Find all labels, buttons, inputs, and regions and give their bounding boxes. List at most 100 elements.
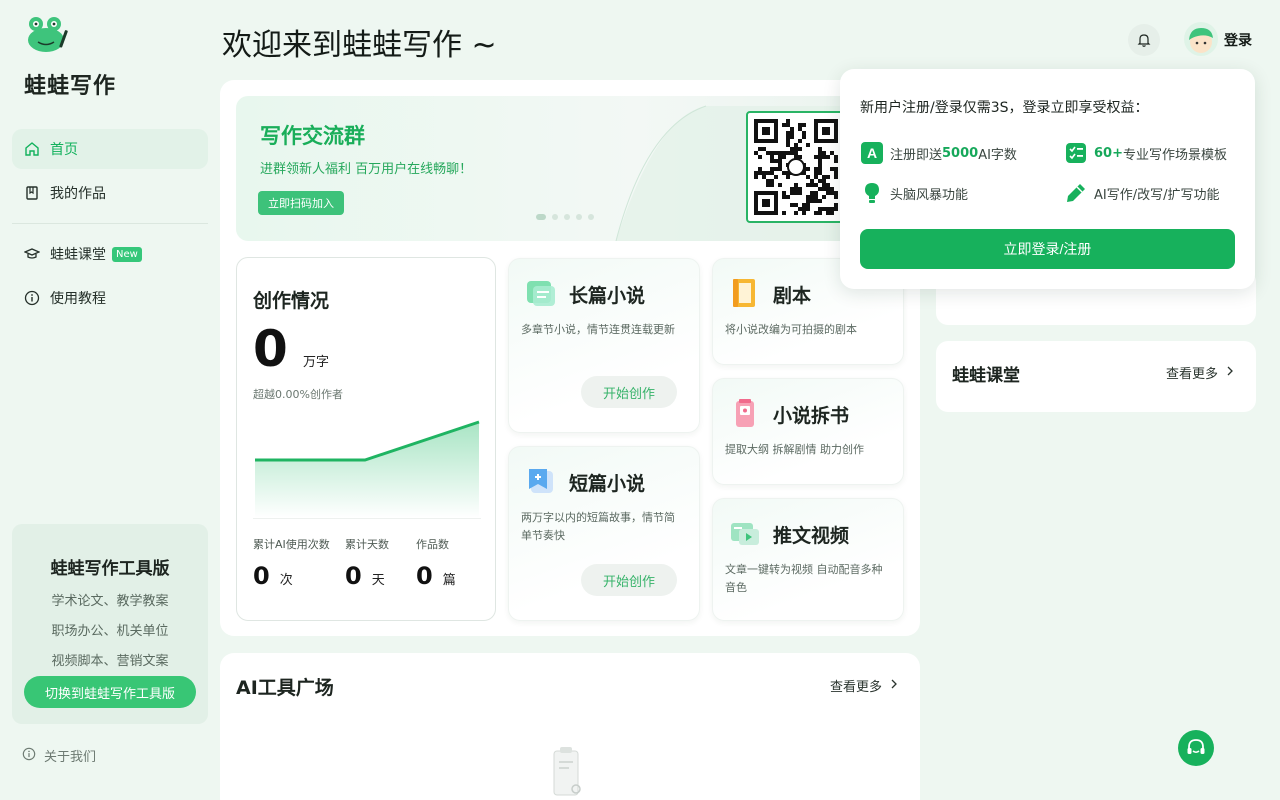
banner-subtitle: 进群领新人福利 百万用户在线畅聊！	[260, 162, 473, 177]
tool-card-line: 视频脚本、营销文案	[51, 654, 169, 669]
perk-text: 专业写作场景模板	[1122, 147, 1227, 163]
popup-headline: 新用户注册/登录仅需3S，登录立即享受权益：	[860, 100, 1149, 116]
main-panel: 写作交流群 进群领新人福利 百万用户在线畅聊！ 立即扫码加入 创作情况 0 万字…	[220, 80, 920, 636]
feature-long-novel[interactable]: 长篇小说 多章节小说，情节连贯连载更新 开始创作	[508, 258, 700, 433]
checklist-icon	[1064, 141, 1088, 165]
more-label: 查看更多	[1166, 367, 1219, 382]
notification-bell-icon[interactable]	[1128, 24, 1160, 56]
tool-version-card: 蛙蛙写作工具版 学术论文、教学教案 职场办公、机关单位 视频脚本、营销文案 切换…	[12, 524, 208, 724]
more-label: 查看更多	[830, 680, 883, 695]
scan-join-button[interactable]: 立即扫码加入	[258, 191, 344, 215]
metric-value: 0	[416, 562, 433, 590]
letter-a-icon: A	[860, 141, 884, 165]
banner-title: 写作交流群	[260, 124, 365, 148]
metric-days: 累计天数 0天	[345, 536, 389, 590]
frog-logo-icon[interactable]	[24, 14, 72, 54]
home-icon	[24, 141, 40, 157]
about-us-label: 关于我们	[44, 750, 97, 765]
perk-ai-words: A 注册即送 5000 AI字数	[860, 141, 1017, 165]
tool-card-title: 蛙蛙写作工具版	[50, 559, 170, 579]
perk-text: AI写作/改写/扩写功能	[1094, 187, 1220, 203]
qr-code-icon	[746, 111, 846, 223]
perk-highlight: 5000	[942, 145, 979, 161]
tool-card-line: 职场办公、机关单位	[51, 624, 169, 639]
sidebar: 蛙蛙写作 首页 我的作品 蛙蛙课堂 New 使用教程 蛙蛙写作工具版 学术论文、…	[0, 0, 220, 800]
feature-video[interactable]: 推文视频 文章一键转为视频 自动配音多种音色	[712, 498, 904, 621]
feature-title: 推文视频	[773, 525, 850, 547]
perk-text: 头脑风暴功能	[890, 187, 969, 203]
feature-desc: 两万字以内的短篇故事，情节简单节奏快	[521, 511, 675, 542]
classroom-more-link[interactable]: 查看更多	[1166, 363, 1234, 382]
metric-value: 0	[253, 562, 270, 590]
start-short-novel-button[interactable]: 开始创作	[581, 564, 677, 596]
growth-chart	[255, 420, 480, 518]
new-badge: New	[112, 246, 142, 262]
word-count-unit: 万字	[303, 355, 330, 370]
feature-book-split[interactable]: 小说拆书 提取大纲 拆解剧情 助力创作	[712, 378, 904, 485]
feature-title: 长篇小说	[569, 285, 646, 307]
long-novel-icon	[525, 277, 557, 309]
nav-home[interactable]: 首页	[12, 129, 208, 169]
metric-label: 累计天数	[345, 538, 389, 551]
page-title: 欢迎来到蛙蛙写作 ~	[222, 28, 497, 63]
pen-icon	[1064, 181, 1088, 205]
nav-tutorial[interactable]: 使用教程	[12, 278, 208, 318]
book-split-icon	[729, 397, 761, 429]
login-register-button[interactable]: 立即登录/注册	[860, 229, 1235, 269]
chevron-right-icon	[1226, 365, 1234, 380]
stats-card: 创作情况 0 万字 超越0.00%创作者 累计AI使用次数 0次 累计天数 0天…	[236, 257, 496, 621]
info-icon	[24, 290, 40, 306]
metric-unit: 篇	[442, 573, 456, 588]
stats-title: 创作情况	[253, 290, 330, 312]
perk-text: AI字数	[978, 147, 1017, 163]
perk-text: 注册即送	[890, 147, 943, 163]
metric-works: 作品数 0篇	[416, 536, 456, 590]
perk-templates: 60+ 专业写作场景模板	[1064, 141, 1227, 165]
nav-my-works-label: 我的作品	[50, 186, 106, 202]
feature-desc: 提取大纲 拆解剧情 助力创作	[725, 443, 864, 456]
word-count-value: 0	[253, 320, 288, 378]
nav-my-works[interactable]: 我的作品	[12, 173, 208, 213]
switch-tool-version-button[interactable]: 切换到蛙蛙写作工具版	[24, 676, 196, 708]
chevron-right-icon	[890, 678, 898, 693]
lightbulb-icon	[860, 181, 884, 205]
stats-divider	[253, 518, 481, 519]
video-icon	[729, 517, 761, 549]
book-icon	[24, 185, 40, 201]
perk-brainstorm: 头脑风暴功能	[860, 181, 968, 205]
feature-title: 小说拆书	[773, 405, 850, 427]
short-novel-icon	[525, 465, 557, 497]
nav-classroom-label: 蛙蛙课堂	[50, 247, 106, 263]
perk-highlight: 60+	[1094, 145, 1123, 161]
nav-tutorial-label: 使用教程	[50, 291, 106, 307]
metric-value: 0	[345, 562, 362, 590]
sidebar-divider	[12, 223, 208, 224]
ai-tools-title: AI工具广场	[236, 677, 334, 699]
about-us-link[interactable]: 关于我们	[22, 746, 96, 765]
carousel-dots[interactable]	[536, 214, 594, 220]
start-long-novel-button[interactable]: 开始创作	[581, 376, 677, 408]
customer-support-icon[interactable]	[1178, 730, 1214, 766]
nav-classroom[interactable]: 蛙蛙课堂 New	[12, 234, 208, 274]
classroom-card: 蛙蛙课堂 查看更多	[936, 341, 1256, 412]
empty-state-icon	[540, 745, 600, 800]
graduation-cap-icon	[24, 246, 40, 262]
brand-name: 蛙蛙写作	[24, 74, 117, 99]
feature-desc: 将小说改编为可拍摄的剧本	[725, 323, 857, 336]
ai-tools-more-link[interactable]: 查看更多	[830, 676, 898, 695]
tool-card-line: 学术论文、教学教案	[51, 594, 169, 609]
login-link[interactable]: 登录	[1224, 30, 1252, 50]
metric-unit: 次	[279, 573, 293, 588]
avatar[interactable]	[1184, 22, 1218, 56]
script-icon	[729, 277, 761, 309]
feature-desc: 文章一键转为视频 自动配音多种音色	[725, 563, 883, 594]
info-icon	[22, 747, 36, 765]
feature-short-novel[interactable]: 短篇小说 两万字以内的短篇故事，情节简单节奏快 开始创作	[508, 446, 700, 621]
login-benefits-popup: 新用户注册/登录仅需3S，登录立即享受权益： A 注册即送 5000 AI字数 60…	[840, 69, 1255, 289]
community-banner[interactable]: 写作交流群 进群领新人福利 百万用户在线畅聊！ 立即扫码加入	[236, 96, 904, 241]
classroom-card-title: 蛙蛙课堂	[952, 366, 1020, 386]
svg-text:A: A	[867, 145, 877, 161]
perk-ai-writing: AI写作/改写/扩写功能	[1064, 181, 1220, 205]
metric-unit: 天	[371, 573, 385, 588]
nav-home-label: 首页	[50, 142, 78, 158]
